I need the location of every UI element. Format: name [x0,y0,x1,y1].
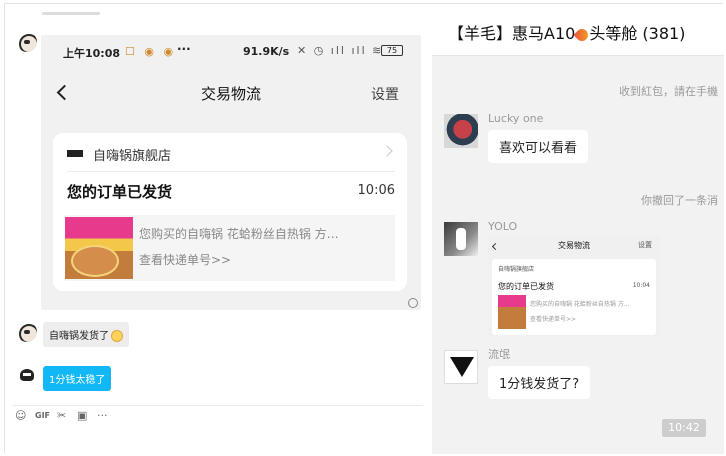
store-logo-icon [67,150,83,157]
my-avatar[interactable] [17,366,37,386]
phone-app-title: 交易物流 [200,85,261,103]
member-name: YOLO [488,220,518,233]
member-avatar[interactable] [444,222,478,256]
member-name: 流氓 [488,348,510,361]
status-time: 上午10:08 [63,47,121,60]
chevron-right-icon [381,145,393,157]
product-description: 您购买的自嗨锅 花蛤粉丝自热锅 方… [139,227,339,241]
left-chat-pane: 上午10:08 ☐ ◉ ◉ ··· 91.9K/s ✕ ◷ ıll ıll ≋ … [5,4,432,454]
zoom-icon[interactable] [408,298,418,308]
timestamp-badge: 10:42 [662,419,706,437]
screenshot-thumbnail[interactable]: 交易物流 设置 自嗨锅旗舰店 您的订单已发货 10:04 您购买的自嗨锅 花蛤粉… [488,235,660,337]
signal-icons: ✕ ◷ ıll ıll ≋ [297,44,384,57]
chat-window: 上午10:08 ☐ ◉ ◉ ··· 91.9K/s ✕ ◷ ıll ıll ≋ … [4,3,724,454]
mini-store-name: 自嗨锅旗舰店 [498,266,535,273]
order-card: 自嗨锅旗舰店 您的订单已发货 10:06 您购买的自嗨锅 花蛤粉丝自热锅 方… … [53,133,407,291]
mini-settings-label: 设置 [638,241,652,249]
message-bubble: 喜欢可以看看 [488,130,589,163]
group-header: 【羊毛】惠马A10 头等舱 (381) [432,4,724,56]
shipment-time: 10:06 [357,183,395,198]
message-text: 自嗨锅发货了 [49,331,109,342]
scroll-indicator [42,12,100,15]
message-bubble-self: 1分钱太稳了 [43,366,112,391]
product-image [65,217,133,279]
mini-shipment-time: 10:04 [632,282,650,289]
product-row: 您购买的自嗨锅 花蛤粉丝自热锅 方… 查看快递单号>> [65,215,395,281]
sender-avatar[interactable] [17,32,37,52]
toolbar-divider [13,405,423,406]
phone-app-bar: 交易物流 设置 [41,79,421,109]
right-chat-pane: 【羊毛】惠马A10 头等舱 (381) 收到紅包，請在手機 Lucky one 喜… [432,4,724,454]
scissors-icon[interactable]: ✂ [57,409,66,422]
message-bubble: 1分钱发货了? [488,366,591,399]
message-bubble: 自嗨锅发货了 [43,322,129,347]
emoji-icon[interactable]: ☺ [15,409,26,422]
mini-product-description: 您购买的自嗨锅 花蛤粉丝自热锅 方... [530,301,630,308]
store-name: 自嗨锅旗舰店 [93,149,172,164]
message-text: 1分钱太稳了 [49,375,106,386]
group-title-main: 【羊毛】惠马A10 [448,24,576,43]
shipment-title: 您的订单已发货 [67,183,173,201]
system-notice: 你撤回了一条消 [641,194,718,207]
gif-icon[interactable]: GIF [35,411,50,420]
mini-tracking-link: 查看快递单号>> [530,316,577,323]
group-title-suffix: 头等舱 (381) [589,24,686,43]
mini-app-title: 交易物流 [558,241,590,250]
group-title: 【羊毛】惠马A10 头等舱 (381) [448,20,685,44]
phone-settings-label: 设置 [371,87,399,103]
member-avatar[interactable] [444,350,478,384]
image-icon[interactable]: ▣ [77,409,87,422]
member-name: Lucky one [488,112,544,125]
tracking-link: 查看快递单号>> [139,253,232,267]
mini-shipment-title: 您的订单已发货 [498,282,554,291]
notification-icons: ☐ ◉ ◉ [125,45,177,58]
system-notice: 收到紅包，請在手機 [619,85,718,98]
battery-icon: 75 [381,45,403,56]
screenshot-image[interactable]: 上午10:08 ☐ ◉ ◉ ··· 91.9K/s ✕ ◷ ıll ıll ≋ … [41,35,421,310]
network-speed: 91.9K/s [243,45,290,58]
phone-status-bar: 上午10:08 ☐ ◉ ◉ ··· 91.9K/s ✕ ◷ ıll ıll ≋ … [41,35,421,65]
divider [67,171,395,172]
more-icon: ··· [177,42,191,56]
sender-avatar[interactable] [17,322,37,342]
member-avatar[interactable] [444,114,478,148]
mini-order-card: 自嗨锅旗舰店 您的订单已发货 10:04 您购买的自嗨锅 花蛤粉丝自热锅 方..… [492,259,656,335]
mini-product-image [498,295,526,329]
laugh-emoji-icon [111,330,123,342]
more-icon[interactable]: ··· [97,409,108,422]
